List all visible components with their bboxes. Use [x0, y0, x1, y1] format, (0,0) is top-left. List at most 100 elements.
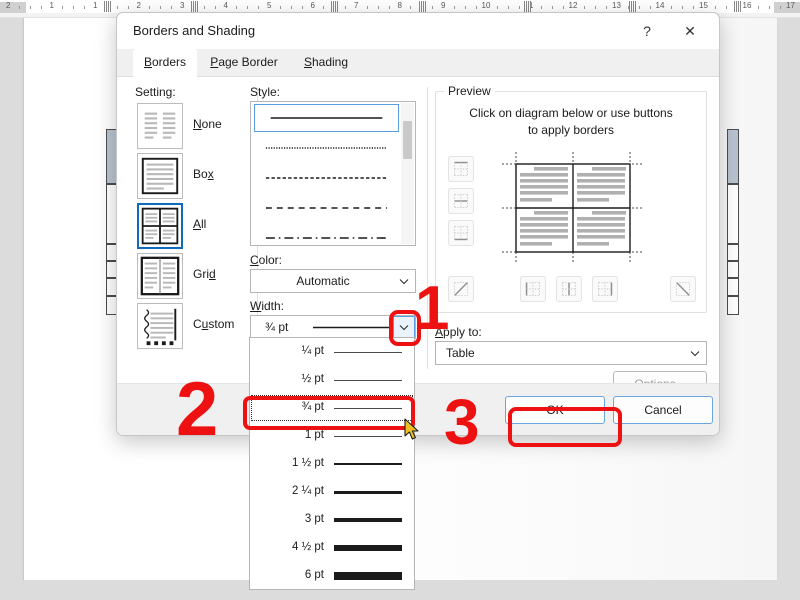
setting-grid-icon — [137, 253, 183, 299]
ruler-tab-stop[interactable] — [734, 1, 741, 12]
color-combobox[interactable]: Automatic — [250, 269, 416, 293]
width-label: Width: — [250, 299, 284, 313]
width-option-8[interactable]: 6 pt — [250, 562, 414, 590]
style-scrollbar[interactable] — [401, 103, 414, 244]
table-cell[interactable] — [727, 296, 739, 315]
page-left-edge — [23, 18, 24, 580]
setting-item-none[interactable]: None — [129, 101, 255, 151]
width-option-sample-line — [334, 436, 402, 437]
ruler-tab-stop[interactable] — [419, 1, 426, 12]
chevron-down-icon[interactable] — [393, 270, 415, 292]
width-option-7[interactable]: 4 ½ pt — [250, 534, 414, 562]
ruler-tab-stop[interactable] — [629, 1, 636, 12]
color-value: Automatic — [251, 270, 395, 292]
ruler-minor-tick — [128, 6, 129, 9]
ruler-mark: 7 — [354, 1, 358, 10]
ruler-minor-tick — [367, 6, 368, 9]
ruler-minor-tick — [258, 6, 259, 9]
border-right-icon[interactable] — [592, 276, 618, 302]
ruler-mark: 13 — [612, 1, 621, 10]
ruler-minor-tick — [291, 6, 292, 9]
ruler-tab-stop[interactable] — [524, 1, 531, 12]
width-option-sample-line — [334, 545, 402, 551]
border-middle-vertical-icon[interactable] — [556, 276, 582, 302]
width-option-sample-line — [334, 463, 402, 465]
ruler-tab-stop[interactable] — [104, 1, 111, 12]
style-item-dash-dot[interactable] — [254, 224, 399, 252]
ruler-tab-stop[interactable] — [191, 1, 198, 12]
border-top-icon[interactable] — [448, 156, 474, 182]
preview-diagram[interactable] — [494, 144, 652, 272]
setting-all-label: All — [193, 217, 206, 231]
width-option-sample-line — [334, 491, 402, 494]
setting-item-grid[interactable]: Grid — [129, 251, 255, 301]
border-diagonal-down-icon[interactable] — [670, 276, 696, 302]
setting-item-custom[interactable]: Custom — [129, 301, 255, 351]
setting-item-box[interactable]: Box — [129, 151, 255, 201]
border-left-icon[interactable] — [520, 276, 546, 302]
preview-group: Preview Click on diagram below or use bu… — [435, 91, 707, 313]
border-bottom-icon[interactable] — [448, 220, 474, 246]
width-option-sample-line — [334, 352, 402, 353]
tab-page-border[interactable]: Page Border — [199, 49, 289, 77]
setting-item-all[interactable]: All — [129, 201, 255, 251]
width-option-4[interactable]: 1 ½ pt — [250, 450, 414, 478]
ruler-minor-tick — [204, 6, 205, 9]
ruler-tab-stop[interactable] — [331, 1, 338, 12]
dialog-title: Borders and Shading — [133, 23, 255, 38]
width-option-1[interactable]: ½ pt — [250, 366, 414, 394]
table-cell[interactable] — [727, 261, 739, 278]
tab-shading[interactable]: Shading — [291, 49, 361, 77]
width-option-label: 4 ½ pt — [250, 541, 324, 553]
style-scrollbar-thumb[interactable] — [403, 121, 412, 159]
table-cell[interactable] — [727, 129, 739, 184]
style-item-dashed[interactable] — [254, 194, 399, 222]
border-diagonal-up-icon[interactable] — [448, 276, 474, 302]
width-option-0[interactable]: ¼ pt — [250, 338, 414, 366]
annotation-number-3: 3 — [444, 390, 480, 454]
table-cell[interactable] — [727, 278, 739, 296]
table-cell[interactable] — [727, 244, 739, 261]
width-option-label: ¼ pt — [250, 345, 324, 357]
ruler-minor-tick — [497, 6, 498, 9]
style-item-dotted[interactable] — [254, 134, 399, 162]
ruler-minor-tick — [476, 6, 477, 9]
setting-custom-label: Custom — [193, 317, 234, 331]
width-option-label: 2 ¼ pt — [250, 485, 324, 497]
setting-none-label: None — [193, 117, 222, 131]
tab-borders[interactable]: Borders — [133, 49, 197, 77]
close-icon[interactable]: ✕ — [675, 19, 705, 43]
ruler-minor-tick — [117, 6, 118, 9]
ruler-minor-tick — [650, 6, 651, 9]
table-cell[interactable] — [727, 184, 739, 244]
style-item-solid[interactable] — [254, 104, 399, 132]
apply-to-value: Table — [446, 342, 475, 364]
ruler-mark: 2 — [6, 1, 10, 10]
help-icon[interactable]: ? — [633, 19, 661, 43]
setting-label: Setting: — [135, 85, 176, 99]
ruler-minor-tick — [715, 6, 716, 9]
ruler-minor-tick — [563, 6, 564, 9]
cancel-button[interactable]: Cancel — [613, 396, 713, 424]
chevron-down-icon[interactable] — [684, 342, 706, 364]
ruler-mark: 1 — [50, 1, 54, 10]
border-middle-horizontal-icon[interactable] — [448, 188, 474, 214]
ruler-mark: 10 — [482, 1, 491, 10]
width-option-6[interactable]: 3 pt — [250, 506, 414, 534]
width-option-sample-line — [334, 572, 402, 580]
ruler-minor-tick — [769, 6, 770, 9]
width-dropdown-list[interactable]: ¼ pt½ pt¾ pt1 pt1 ½ pt2 ¼ pt3 pt4 ½ pt6 … — [249, 337, 415, 590]
apply-to-combobox[interactable]: Table — [435, 341, 707, 365]
style-listbox[interactable] — [250, 101, 416, 246]
style-item-dashed-fine[interactable] — [254, 164, 399, 192]
background-table-right[interactable] — [727, 129, 739, 315]
width-option-label: 1 ½ pt — [250, 457, 324, 469]
preview-label: Preview — [444, 84, 495, 98]
width-option-5[interactable]: 2 ¼ pt — [250, 478, 414, 506]
setting-all-icon — [137, 203, 183, 249]
ruler-minor-tick — [280, 6, 281, 9]
ruler-minor-tick — [160, 6, 161, 9]
annotation-number-2: 2 — [176, 372, 218, 448]
ruler-mark: 8 — [398, 1, 402, 10]
dialog-titlebar[interactable]: Borders and Shading ? ✕ — [117, 13, 719, 49]
